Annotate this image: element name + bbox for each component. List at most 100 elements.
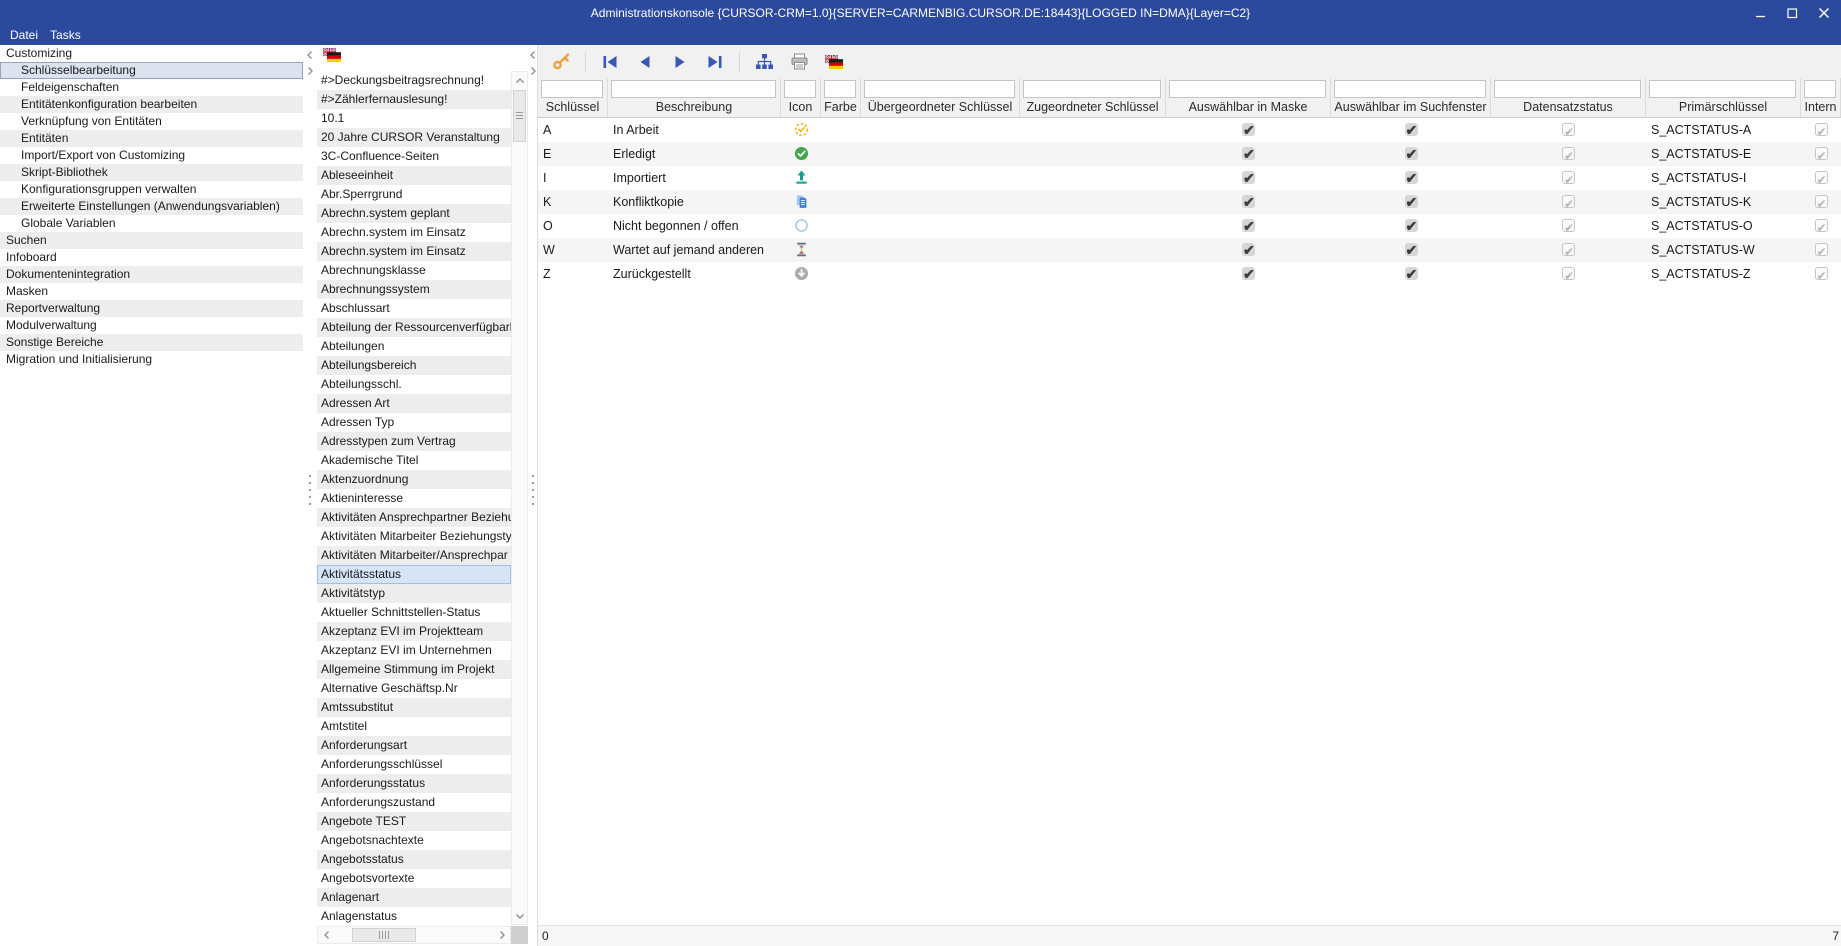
key-list-item[interactable]: Abteilung der Ressourcenverfügbark	[317, 318, 511, 337]
checkbox-checked[interactable]	[1405, 171, 1418, 184]
table-row[interactable]: WWartet auf jemand anderenS_ACTSTATUS-W	[538, 238, 1841, 262]
checkbox-checked[interactable]	[1242, 147, 1255, 160]
sidebar-item[interactable]: Sonstige Bereiche	[0, 334, 303, 351]
language-flag-icon[interactable]	[322, 47, 342, 63]
column-header[interactable]: Datensatzstatus	[1491, 100, 1645, 114]
key-list-item[interactable]: Angebotsnachtexte	[317, 831, 511, 850]
key-list-item[interactable]: Aktenzuordnung	[317, 470, 511, 489]
key-list-item[interactable]: Abrechnungssystem	[317, 280, 511, 299]
key-list-item[interactable]: Aktivitäten Ansprechpartner Beziehu	[317, 508, 511, 527]
sidebar-item[interactable]: Erweiterte Einstellungen (Anwendungsvari…	[0, 198, 303, 215]
column-filter-input[interactable]	[784, 80, 816, 98]
first-record-button[interactable]	[599, 51, 621, 73]
column-filter-input[interactable]	[1804, 80, 1836, 98]
sidebar-item[interactable]: Masken	[0, 283, 303, 300]
key-list-item[interactable]: Angebotsvortexte	[317, 869, 511, 888]
key-list-item[interactable]: Allgemeine Stimmung im Projekt	[317, 660, 511, 679]
table-row[interactable]: ZZurückgestelltS_ACTSTATUS-Z	[538, 262, 1841, 286]
key-list-item[interactable]: Angebotsstatus	[317, 850, 511, 869]
scroll-up-button[interactable]	[512, 73, 527, 88]
sidebar-item[interactable]: Customizing	[0, 45, 303, 62]
sidebar-item[interactable]: Skript-Bibliothek	[0, 164, 303, 181]
minimize-button[interactable]	[1753, 6, 1767, 20]
key-list-item[interactable]: Anlagenstatus	[317, 907, 511, 926]
key-list-item[interactable]: Abschlussart	[317, 299, 511, 318]
language-button[interactable]	[823, 51, 845, 73]
table-row[interactable]: ONicht begonnen / offenS_ACTSTATUS-O	[538, 214, 1841, 238]
key-list-item[interactable]: #>Zählerfernauslesung!	[317, 90, 511, 109]
sidebar-item[interactable]: Feldeigenschaften	[0, 79, 303, 96]
column-filter-input[interactable]	[541, 80, 603, 98]
checkbox-checked[interactable]	[1405, 123, 1418, 136]
key-list-item[interactable]: Abteilungsschl.	[317, 375, 511, 394]
scroll-right-button[interactable]	[494, 927, 509, 943]
key-list-item[interactable]: Akzeptanz EVI im Projektteam	[317, 622, 511, 641]
table-row[interactable]: AIn ArbeitS_ACTSTATUS-A	[538, 118, 1841, 142]
table-splitter[interactable]	[528, 45, 537, 946]
column-filter-input[interactable]	[1023, 80, 1161, 98]
close-button[interactable]	[1817, 6, 1831, 20]
key-list-item[interactable]: 20 Jahre CURSOR Veranstaltung	[317, 128, 511, 147]
column-header[interactable]: Primärschlüssel	[1646, 100, 1800, 114]
column-filter-input[interactable]	[824, 80, 856, 98]
menu-item-datei[interactable]: Datei	[6, 27, 46, 44]
checkbox-checked[interactable]	[1242, 171, 1255, 184]
print-button[interactable]	[788, 51, 810, 73]
checkbox-checked[interactable]	[1405, 195, 1418, 208]
key-list-item[interactable]: Abteilungsbereich	[317, 356, 511, 375]
sidebar-splitter[interactable]	[303, 45, 317, 946]
key-list-item[interactable]: Aktivitätstyp	[317, 584, 511, 603]
key-list-item[interactable]: Alternative Geschäftsp.Nr	[317, 679, 511, 698]
table-row[interactable]: IImportiertS_ACTSTATUS-I	[538, 166, 1841, 190]
column-filter-input[interactable]	[1169, 80, 1326, 98]
column-header[interactable]: Übergeordneter Schlüssel	[861, 100, 1019, 114]
key-list-item[interactable]: Abr.Sperrgrund	[317, 185, 511, 204]
sidebar-item[interactable]: Dokumentenintegration	[0, 266, 303, 283]
key-list-item[interactable]: Aktivitäten Mitarbeiter/Ansprechpar	[317, 546, 511, 565]
key-list-item[interactable]: 10.1	[317, 109, 511, 128]
checkbox-checked[interactable]	[1242, 195, 1255, 208]
splitter-grip[interactable]	[309, 475, 311, 509]
checkbox-checked[interactable]	[1242, 243, 1255, 256]
scrollbar-thumb[interactable]	[352, 928, 416, 942]
key-list-horizontal-scrollbar[interactable]	[317, 926, 511, 944]
key-list-item[interactable]: Aktivitäten Mitarbeiter Beziehungsty	[317, 527, 511, 546]
column-header[interactable]: Auswählbar in Maske	[1166, 100, 1330, 114]
column-filter-input[interactable]	[1494, 80, 1641, 98]
key-list-item[interactable]: Aktivitätsstatus	[317, 565, 511, 584]
checkbox-checked[interactable]	[1242, 267, 1255, 280]
column-header[interactable]: Intern	[1801, 100, 1840, 114]
sidebar-item[interactable]: Globale Variablen	[0, 215, 303, 232]
table-row[interactable]: KKonfliktkopieS_ACTSTATUS-K	[538, 190, 1841, 214]
key-list-item[interactable]: Anlagenart	[317, 888, 511, 907]
key-list-item[interactable]: Akzeptanz EVI im Unternehmen	[317, 641, 511, 660]
key-list-item[interactable]: #>Deckungsbeitragsrechnung!	[317, 71, 511, 90]
key-list-item[interactable]: Adressen Typ	[317, 413, 511, 432]
scroll-left-button[interactable]	[319, 927, 334, 943]
checkbox-checked[interactable]	[1405, 243, 1418, 256]
expand-key-list-button[interactable]	[528, 64, 537, 78]
column-filter-input[interactable]	[864, 80, 1015, 98]
sidebar-item[interactable]: Migration und Initialisierung	[0, 351, 303, 368]
checkbox-checked[interactable]	[1242, 219, 1255, 232]
column-header[interactable]: Auswählbar im Suchfenster	[1331, 100, 1490, 114]
next-record-button[interactable]	[669, 51, 691, 73]
maximize-button[interactable]	[1785, 6, 1799, 20]
column-filter-input[interactable]	[611, 80, 776, 98]
column-filter-input[interactable]	[1334, 80, 1486, 98]
key-list-item[interactable]: Aktieninteresse	[317, 489, 511, 508]
column-header[interactable]: Zugeordneter Schlüssel	[1020, 100, 1165, 114]
key-list-item[interactable]: Anforderungsschlüssel	[317, 755, 511, 774]
key-list-item[interactable]: Anforderungsstatus	[317, 774, 511, 793]
sidebar-item[interactable]: Infoboard	[0, 249, 303, 266]
sidebar-item[interactable]: Entitäten	[0, 130, 303, 147]
key-list-item[interactable]: Abrechn.system im Einsatz	[317, 223, 511, 242]
collapse-sidebar-button[interactable]	[303, 48, 317, 62]
key-list-item[interactable]: Anforderungszustand	[317, 793, 511, 812]
key-list-vertical-scrollbar[interactable]	[511, 71, 528, 925]
key-list-item[interactable]: Adresstypen zum Vertrag	[317, 432, 511, 451]
expand-sidebar-button[interactable]	[303, 64, 317, 78]
column-header[interactable]: Schlüssel	[538, 100, 607, 114]
scroll-down-button[interactable]	[512, 908, 527, 923]
checkbox-checked[interactable]	[1405, 219, 1418, 232]
